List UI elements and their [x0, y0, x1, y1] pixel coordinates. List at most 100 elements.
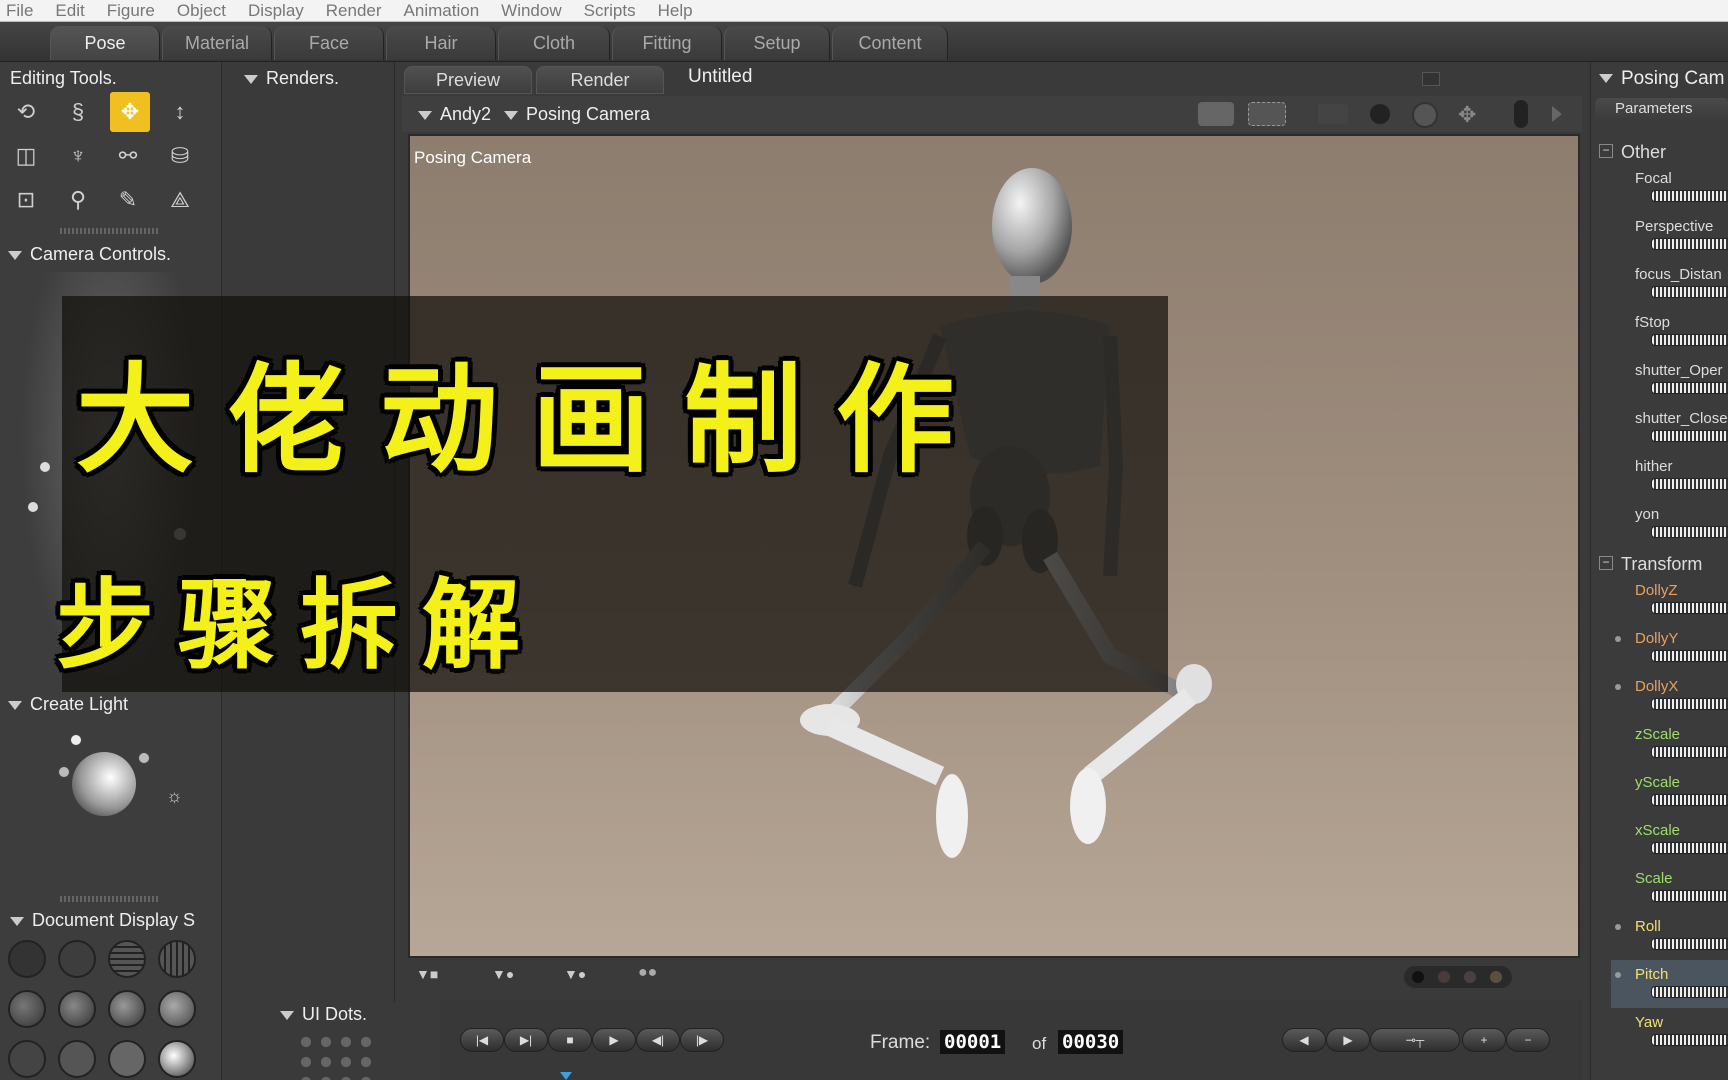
delete-key-button[interactable]: −: [1506, 1028, 1550, 1052]
prev-key-button[interactable]: ◀: [1282, 1028, 1326, 1052]
tab-fitting[interactable]: Fitting: [612, 26, 722, 60]
tab-cloth[interactable]: Cloth: [498, 26, 610, 60]
camera-front-icon[interactable]: [1318, 104, 1348, 124]
color-tool-icon[interactable]: ⛁: [162, 138, 198, 174]
display-style-9[interactable]: [108, 1040, 146, 1078]
group-other-collapse[interactable]: −: [1599, 144, 1613, 158]
doc-close-icon[interactable]: [1422, 72, 1440, 86]
param-dial[interactable]: [1651, 938, 1728, 950]
menu-figure[interactable]: Figure: [107, 2, 155, 19]
param-dial[interactable]: [1651, 794, 1728, 806]
tab-material[interactable]: Material: [162, 26, 272, 60]
tab-content[interactable]: Content: [832, 26, 948, 60]
figure-selector[interactable]: Andy2: [418, 104, 491, 125]
menu-edit[interactable]: Edit: [55, 2, 84, 19]
display-style-smooth[interactable]: [158, 990, 196, 1028]
multi-sphere-icon[interactable]: ●●: [638, 964, 657, 982]
param-dial[interactable]: [1651, 1034, 1728, 1046]
display-style-outline[interactable]: [58, 940, 96, 978]
display-style-wireframe[interactable]: [108, 940, 146, 978]
translate-tool-icon[interactable]: ✥: [110, 92, 150, 132]
tab-face[interactable]: Face: [274, 26, 384, 60]
menu-display[interactable]: Display: [248, 2, 304, 19]
morphing-tool-icon[interactable]: ✎: [110, 182, 146, 218]
param-dial[interactable]: [1651, 746, 1728, 758]
display-style-lit-wire[interactable]: [8, 990, 46, 1028]
scale-tool-icon[interactable]: ◫: [8, 138, 44, 174]
timeline-scrubber[interactable]: [560, 1072, 572, 1080]
color-swatch-2[interactable]: [1438, 971, 1450, 983]
direct-manipulation-icon[interactable]: ⟁: [162, 182, 198, 218]
color-swatch-4[interactable]: [1490, 971, 1502, 983]
translate-in-out-icon[interactable]: ↕: [162, 94, 198, 130]
play-button[interactable]: ▶: [592, 1028, 636, 1052]
tab-pose[interactable]: Pose: [50, 26, 160, 60]
display-style-cartoon[interactable]: [108, 990, 146, 1028]
tab-parameters[interactable]: Parameters: [1595, 98, 1728, 122]
display-style-silhouette[interactable]: [8, 940, 46, 978]
light-dot-1[interactable]: [70, 734, 82, 746]
rotate-tool-icon[interactable]: ⟲: [8, 94, 44, 130]
param-dial[interactable]: [1651, 334, 1728, 346]
color-selector-group[interactable]: [1404, 966, 1512, 988]
depth-cue-menu-icon[interactable]: ▼■: [416, 966, 438, 982]
light-sphere[interactable]: [72, 752, 136, 816]
display-style-7[interactable]: [8, 1040, 46, 1078]
light-sun-icon[interactable]: ☼: [166, 786, 183, 807]
camera-dot-2[interactable]: [28, 502, 38, 512]
panel-grip[interactable]: [60, 228, 160, 234]
param-dial[interactable]: [1651, 602, 1728, 614]
camera-dot-1[interactable]: [40, 462, 50, 472]
step-back-button[interactable]: ◀|: [636, 1028, 680, 1052]
menu-file[interactable]: File: [6, 2, 33, 19]
display-style-flat[interactable]: [58, 990, 96, 1028]
tab-render[interactable]: Render: [536, 66, 664, 94]
move-xy-icon[interactable]: ✥: [1458, 102, 1476, 128]
shadow-menu-icon[interactable]: ▼●: [492, 966, 514, 982]
ui-dots-grid[interactable]: [296, 1032, 376, 1080]
next-key-button[interactable]: ▶: [1326, 1028, 1370, 1052]
current-frame-field[interactable]: 00001: [940, 1030, 1006, 1054]
light-dot-3[interactable]: [138, 752, 150, 764]
param-dial[interactable]: [1651, 430, 1728, 442]
display-style-hidden-line[interactable]: [158, 940, 196, 978]
group-transform-collapse[interactable]: −: [1599, 556, 1613, 570]
param-dial[interactable]: [1651, 650, 1728, 662]
go-to-start-button[interactable]: |◀: [460, 1028, 504, 1052]
twist-tool-icon[interactable]: §: [60, 94, 96, 130]
tab-hair[interactable]: Hair: [386, 26, 496, 60]
add-key-button[interactable]: +: [1462, 1028, 1506, 1052]
sphere-icon[interactable]: [1370, 104, 1390, 124]
taper-tool-icon[interactable]: ♆: [60, 138, 96, 174]
color-swatch-3[interactable]: [1464, 971, 1476, 983]
menu-animation[interactable]: Animation: [404, 2, 480, 19]
view-magnifier-icon[interactable]: ⚲: [60, 182, 96, 218]
total-frames-field[interactable]: 00030: [1058, 1030, 1124, 1054]
tab-setup[interactable]: Setup: [724, 26, 830, 60]
light-dot-2[interactable]: [58, 766, 70, 778]
toolbar-more-icon[interactable]: [1552, 106, 1562, 122]
menu-object[interactable]: Object: [177, 2, 226, 19]
stop-button[interactable]: ■: [548, 1028, 592, 1052]
display-style-texture[interactable]: [158, 1040, 196, 1078]
camera-selector[interactable]: Posing Camera: [504, 104, 650, 125]
panel-grip-2[interactable]: [60, 896, 160, 902]
grouping-tool-icon[interactable]: ⊡: [8, 182, 44, 218]
menu-scripts[interactable]: Scripts: [584, 2, 636, 19]
tab-preview[interactable]: Preview: [404, 66, 532, 94]
step-forward-button[interactable]: |▶: [680, 1028, 724, 1052]
menu-window[interactable]: Window: [501, 2, 561, 19]
param-dial[interactable]: [1651, 382, 1728, 394]
chain-break-icon[interactable]: ⚯: [110, 138, 146, 174]
param-dial[interactable]: [1651, 890, 1728, 902]
menu-help[interactable]: Help: [658, 2, 693, 19]
param-dial[interactable]: [1651, 526, 1728, 538]
param-dial[interactable]: [1651, 478, 1728, 490]
param-dial[interactable]: [1651, 190, 1728, 202]
param-dial[interactable]: [1651, 842, 1728, 854]
param-dial[interactable]: [1651, 238, 1728, 250]
move-z-icon[interactable]: [1514, 100, 1528, 128]
trackball-icon[interactable]: [1412, 102, 1438, 128]
ground-menu-icon[interactable]: ▼●: [564, 966, 586, 982]
display-style-8[interactable]: [58, 1040, 96, 1078]
